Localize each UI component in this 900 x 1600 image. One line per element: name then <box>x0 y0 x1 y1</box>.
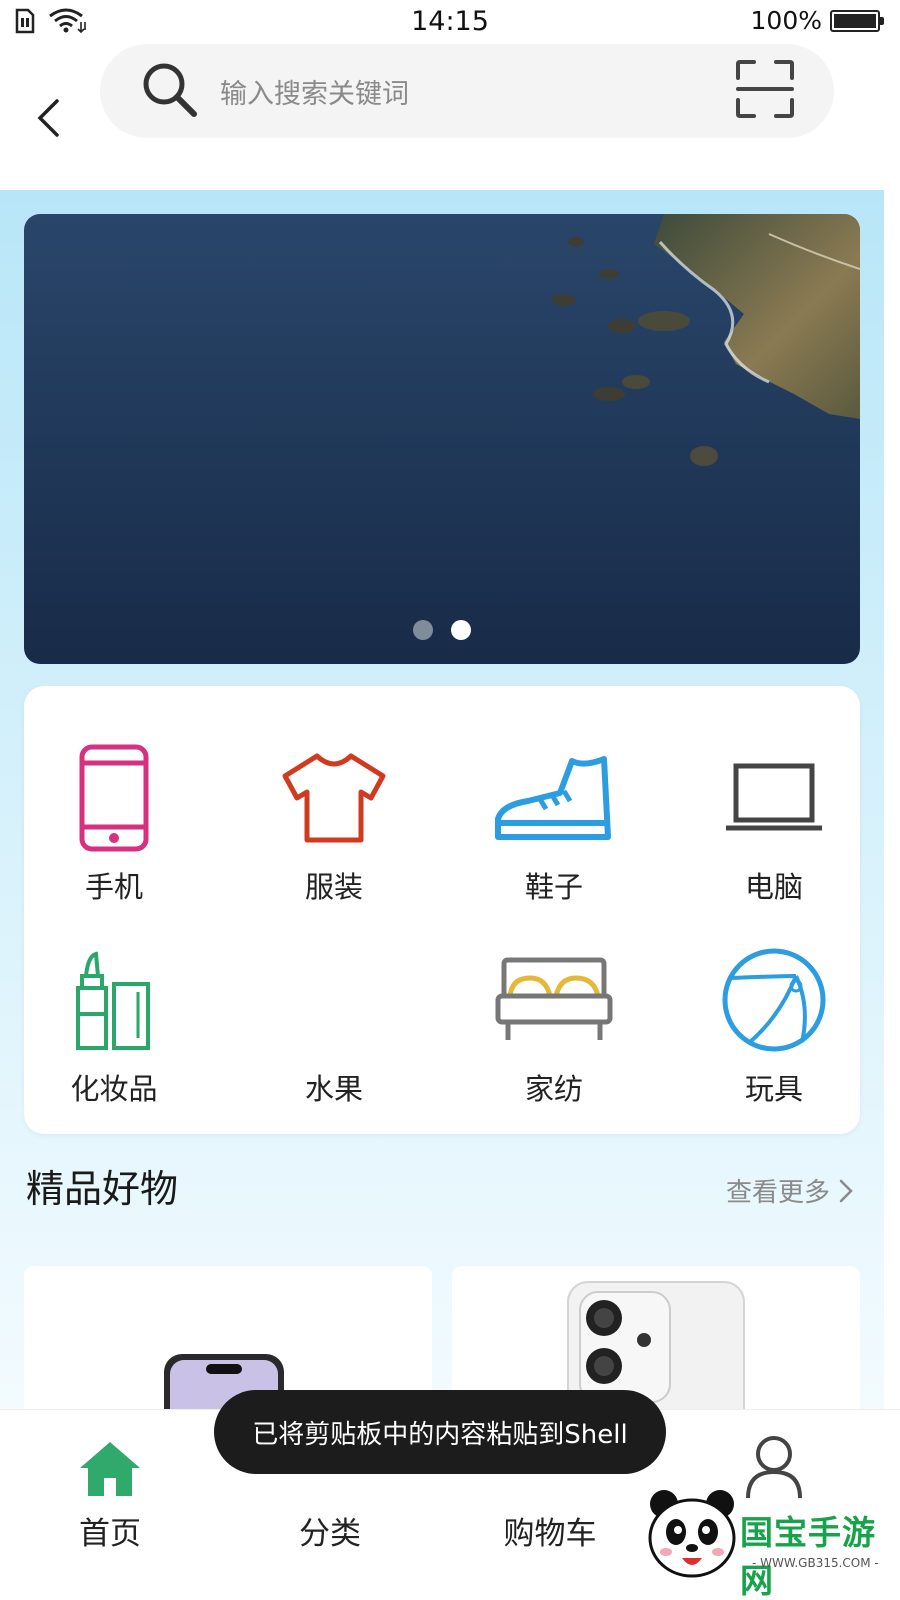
back-button[interactable] <box>26 90 70 146</box>
status-bar: 14:15 100% <box>0 0 900 44</box>
carousel-dot-active[interactable] <box>451 620 471 640</box>
category-grid: 手机 服装 鞋子 电脑 化妆品 水果 家纺 玩具 <box>24 686 860 1134</box>
category-label: 水果 <box>304 1072 363 1106</box>
status-icons-right: 100% <box>750 6 884 35</box>
tab-label: 分类 <box>299 1516 361 1552</box>
category-label: 玩具 <box>744 1072 803 1106</box>
chevron-right-icon <box>839 1179 853 1202</box>
category-item-clothing[interactable]: 服装 <box>244 738 424 906</box>
view-more-link[interactable]: 查看更多 <box>726 1172 854 1209</box>
clipboard-toast: 已将剪贴板中的内容粘贴到Shell <box>214 1390 666 1474</box>
watermark-text: 国宝手游网 <box>740 1513 876 1600</box>
phone-icon <box>79 744 149 852</box>
fruit-icon <box>284 950 384 1050</box>
tshirt-icon <box>282 753 386 843</box>
category-label: 电脑 <box>744 870 803 904</box>
category-item-fruit[interactable]: 水果 <box>244 940 424 1108</box>
category-item-computer[interactable]: 电脑 <box>684 738 864 906</box>
battery-percent: 100% <box>750 6 822 35</box>
carousel-dot[interactable] <box>413 620 433 640</box>
watermark-url: - WWW.GB315.COM - <box>752 1556 879 1570</box>
chevron-left-icon <box>37 99 59 137</box>
category-label: 服装 <box>304 870 363 904</box>
laptop-icon <box>726 763 822 831</box>
shoe-icon <box>495 756 611 840</box>
category-label: 手机 <box>84 870 143 904</box>
tab-label: 购物车 <box>503 1516 597 1552</box>
category-label: 家纺 <box>524 1072 583 1106</box>
lipstick-icon <box>76 951 150 1050</box>
search-input[interactable]: 输入搜索关键词 <box>100 44 834 138</box>
search-placeholder: 输入搜索关键词 <box>220 79 409 110</box>
tab-label: 首页 <box>79 1516 141 1552</box>
scan-icon[interactable] <box>734 58 796 120</box>
home-icon <box>80 1442 140 1496</box>
search-icon <box>143 63 197 117</box>
banner-carousel[interactable] <box>24 214 860 664</box>
category-label: 化妆品 <box>70 1072 158 1106</box>
category-label: 鞋子 <box>524 870 583 904</box>
category-item-shoes[interactable]: 鞋子 <box>464 738 644 906</box>
panda-logo <box>648 1490 736 1578</box>
section-title: 精品好物 <box>26 1167 179 1211</box>
category-item-bedding[interactable]: 家纺 <box>464 940 644 1108</box>
tab-home[interactable]: 首页 <box>0 1410 220 1553</box>
category-item-phone[interactable]: 手机 <box>24 738 204 906</box>
bed-icon <box>495 957 613 1040</box>
view-more-label: 查看更多 <box>725 1178 830 1208</box>
carousel-dots <box>24 620 860 640</box>
category-item-toys[interactable]: 玩具 <box>684 940 864 1108</box>
site-watermark: 国宝手游网 - WWW.GB315.COM - <box>640 1474 900 1600</box>
category-item-cosmetics[interactable]: 化妆品 <box>24 940 204 1108</box>
banner-image <box>24 214 860 664</box>
battery-icon <box>830 9 884 32</box>
ball-icon <box>722 948 826 1052</box>
top-bar: 输入搜索关键词 <box>0 44 900 190</box>
